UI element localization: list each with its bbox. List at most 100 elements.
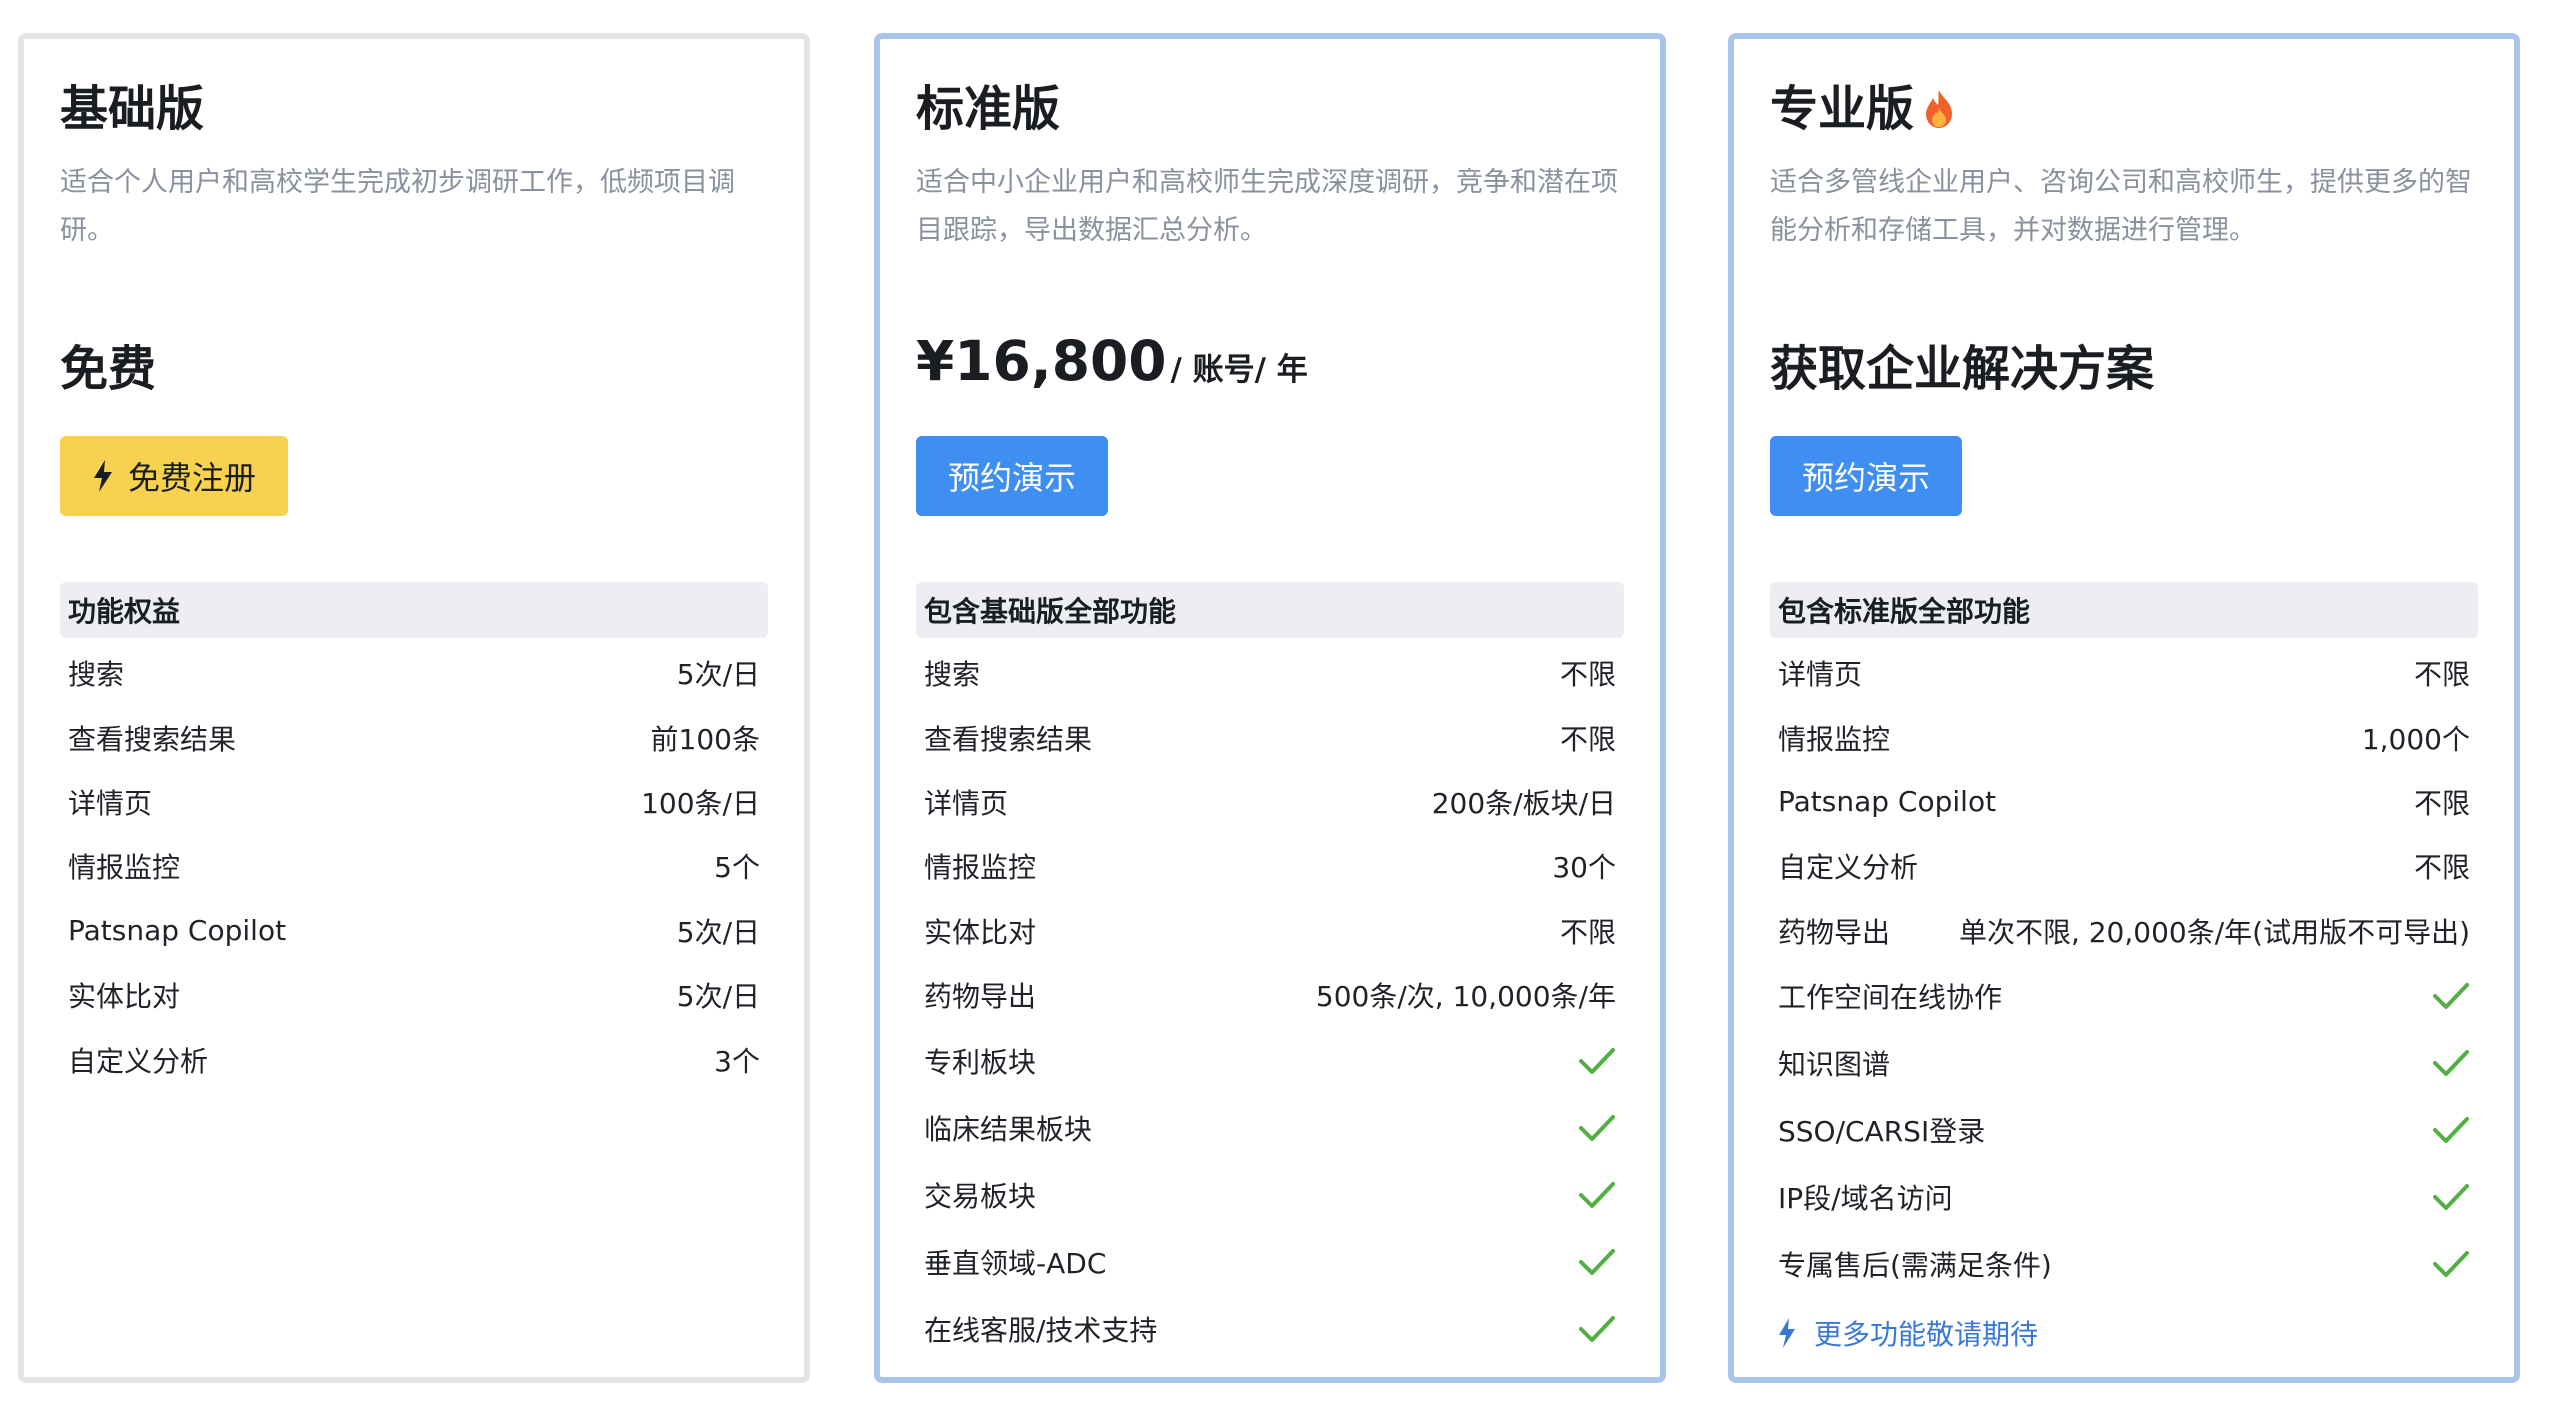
feature-name: 自定义分析: [68, 1044, 209, 1078]
feature-row: 详情页 200条/板块/日: [916, 770, 1624, 834]
feature-name: 实体比对: [68, 980, 181, 1014]
cta-label: 免费注册: [128, 459, 257, 497]
feature-value: 不限: [1559, 915, 1616, 949]
feature-name: 药物导出: [1778, 915, 1891, 949]
feature-row: 查看搜索结果 不限: [916, 705, 1624, 769]
feature-list: 包含标准版全部功能 详情页 不限 情报监控 1,000个 Patsnap Cop…: [1770, 582, 2478, 1368]
check-icon: [1579, 1181, 1615, 1208]
feature-name: 查看搜索结果: [924, 722, 1093, 756]
feature-name: 查看搜索结果: [68, 722, 237, 756]
feature-row: 临床结果板块: [916, 1094, 1624, 1161]
plan-title: 基础版: [60, 81, 205, 137]
feature-name: 专属售后(需满足条件): [1778, 1249, 2052, 1283]
feature-name: Patsnap Copilot: [1778, 785, 1997, 819]
book-demo-button[interactable]: 预约演示: [916, 436, 1109, 516]
feature-value: 200条/板块/日: [1431, 786, 1616, 820]
feature-name: 在线客服/技术支持: [924, 1313, 1158, 1347]
feature-value: 5次/日: [676, 915, 760, 949]
feature-name: 情报监控: [68, 851, 181, 885]
feature-row: 自定义分析 不限: [1770, 834, 2478, 898]
plan-description: 适合个人用户和高校学生完成初步调研工作，低频项目调研。: [60, 167, 735, 246]
feature-row: 知识图谱: [1770, 1030, 2478, 1097]
check-icon: [1579, 1114, 1615, 1141]
feature-name: 知识图谱: [1778, 1048, 1891, 1082]
check-icon: [2433, 1251, 2469, 1278]
more-features-label: 更多功能敬请期待: [1814, 1317, 2039, 1351]
feature-row: 交易板块: [916, 1161, 1624, 1228]
plan-card-pro: 专业版 适合多管线企业用户、咨询公司和高校师生，提供更多的智能分析和存储工具，并…: [1728, 33, 2520, 1383]
feature-list: 包含基础版全部功能 搜索 不限 查看搜索结果 不限 详情页 200条/板块/日 …: [916, 582, 1624, 1362]
feature-value: 30个: [1552, 851, 1616, 885]
price-unit: / 账号/ 年: [1170, 352, 1308, 388]
feature-row: SSO/CARSI登录: [1770, 1097, 2478, 1164]
check-icon: [2433, 1050, 2469, 1077]
bolt-icon: [1779, 1317, 1795, 1348]
feature-value: 前100条: [650, 722, 760, 756]
plan-title: 标准版: [916, 81, 1061, 137]
feature-value: 不限: [2413, 786, 2470, 820]
feature-row: 详情页 100条/日: [60, 770, 768, 834]
feature-value: 不限: [1559, 722, 1616, 756]
feature-name: 临床结果板块: [924, 1112, 1093, 1146]
feature-row: Patsnap Copilot 5次/日: [60, 899, 768, 963]
cta-label: 预约演示: [1802, 459, 1931, 497]
feature-value: 不限: [1559, 658, 1616, 692]
feature-row: 实体比对 不限: [916, 899, 1624, 963]
price-text: 获取企业解决方案: [1770, 341, 2155, 397]
feature-row: 在线客服/技术支持: [916, 1295, 1624, 1362]
plan-description: 适合多管线企业用户、咨询公司和高校师生，提供更多的智能分析和存储工具，并对数据进…: [1770, 167, 2472, 246]
feature-list-header: 包含基础版全部功能: [916, 582, 1624, 638]
feature-row: IP段/域名访问: [1770, 1164, 2478, 1231]
feature-value: 500条/次, 10,000条/年: [1315, 980, 1616, 1014]
feature-name: 专利板块: [924, 1045, 1037, 1079]
feature-row: 专利板块: [916, 1027, 1624, 1094]
feature-list: 功能权益 搜索 5次/日 查看搜索结果 前100条 详情页 100条/日 情报监…: [60, 582, 768, 1092]
feature-name: 搜索: [924, 658, 981, 692]
feature-name: 实体比对: [924, 915, 1037, 949]
feature-row: 实体比对 5次/日: [60, 963, 768, 1027]
feature-row: 工作空间在线协作: [1770, 963, 2478, 1030]
check-icon: [1579, 1047, 1615, 1074]
feature-row: 药物导出 单次不限, 20,000条/年(试用版不可导出): [1770, 899, 2478, 963]
feature-row: 查看搜索结果 前100条: [60, 705, 768, 769]
feature-row: 情报监控 30个: [916, 834, 1624, 898]
fire-icon: [1926, 90, 1953, 128]
feature-value: 5个: [714, 851, 760, 885]
feature-name: 详情页: [1778, 658, 1863, 692]
check-icon: [2433, 1184, 2469, 1211]
plan-description: 适合中小企业用户和高校师生完成深度调研，竞争和潜在项目跟踪，导出数据汇总分析。: [916, 167, 1618, 246]
feature-row: 详情页 不限: [1770, 641, 2478, 705]
price: 免费: [60, 329, 768, 409]
feature-row: 情报监控 1,000个: [1770, 705, 2478, 769]
plan-card-basic: 基础版 适合个人用户和高校学生完成初步调研工作，低频项目调研。 免费 免费注册 …: [18, 33, 810, 1383]
feature-list-header: 功能权益: [60, 582, 768, 638]
feature-row: 垂直领域-ADC: [916, 1228, 1624, 1295]
check-icon: [1579, 1248, 1615, 1275]
check-icon: [2433, 983, 2469, 1010]
feature-name: 情报监控: [924, 851, 1037, 885]
plan-title: 专业版: [1770, 79, 2478, 139]
cta-label: 预约演示: [948, 459, 1077, 497]
feature-name: 自定义分析: [1778, 851, 1919, 885]
bolt-icon: [94, 460, 112, 492]
feature-name: 详情页: [924, 786, 1009, 820]
price-amount: ¥16,800: [916, 329, 1167, 393]
feature-row: 搜索 5次/日: [60, 641, 768, 705]
feature-name: Patsnap Copilot: [68, 914, 287, 948]
feature-row: 自定义分析 3个: [60, 1027, 768, 1091]
more-features-link[interactable]: 更多功能敬请期待: [1770, 1298, 2478, 1368]
feature-name: 搜索: [68, 658, 125, 692]
price-text: 免费: [60, 341, 157, 397]
feature-row: 搜索 不限: [916, 641, 1624, 705]
free-register-button[interactable]: 免费注册: [60, 436, 289, 516]
feature-value: 3个: [714, 1044, 760, 1078]
feature-value: 1,000个: [2361, 722, 2470, 756]
feature-list-header: 包含标准版全部功能: [1770, 582, 2478, 638]
feature-value: 5次/日: [676, 980, 760, 1014]
book-demo-button[interactable]: 预约演示: [1770, 436, 1963, 516]
feature-value: 不限: [2413, 658, 2470, 692]
feature-name: 情报监控: [1778, 722, 1891, 756]
feature-name: 垂直领域-ADC: [924, 1246, 1107, 1280]
feature-name: 药物导出: [924, 980, 1037, 1014]
check-icon: [2433, 1117, 2469, 1144]
